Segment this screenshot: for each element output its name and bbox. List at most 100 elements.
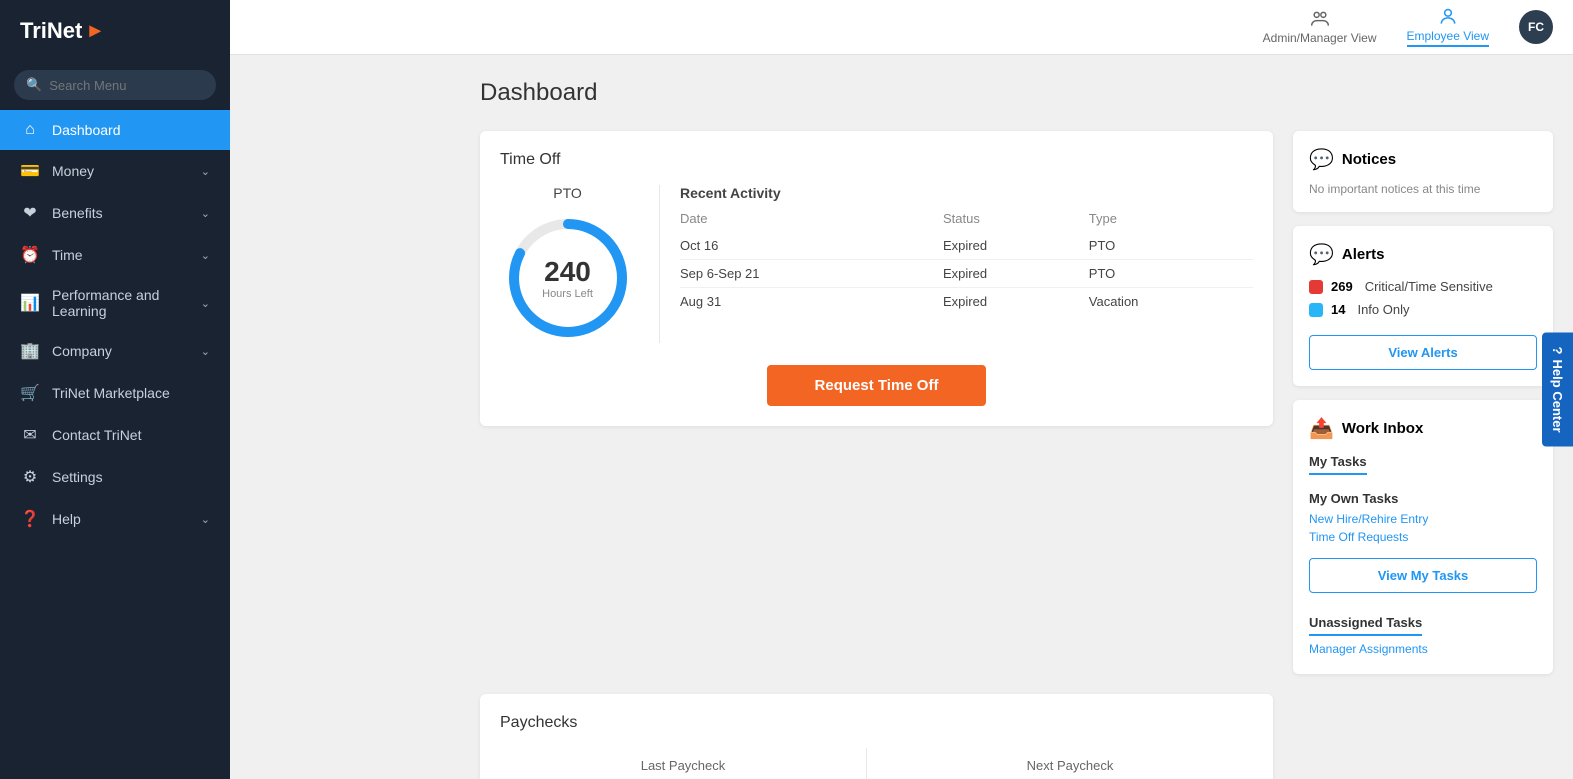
sidebar-item-settings[interactable]: ⚙ Settings [0,456,230,498]
notices-empty-text: No important notices at this time [1309,182,1537,196]
timeoff-inner: PTO 240 Hours Left Recent Activity [500,185,1253,343]
pto-hours: 240 [542,256,593,288]
notices-header: 💬 Notices [1309,147,1537,172]
help-center-tab[interactable]: ? Help Center [1542,332,1573,447]
col-date: Date [680,211,943,232]
sidebar-item-label: Money [52,163,189,179]
sidebar-item-benefits[interactable]: ❤ Benefits ⌄ [0,192,230,234]
logo[interactable]: TriNet ► [0,0,230,62]
sidebar-item-marketplace[interactable]: 🛒 TriNet Marketplace [0,372,230,414]
paychecks-card: Paychecks Last Paycheck JUN 28 Next Payc… [480,694,1273,779]
request-btn-wrap: Request Time Off [500,365,1253,406]
alerts-card: 💬 Alerts 269 Critical/Time Sensitive 14 … [1293,226,1553,386]
new-hire-link[interactable]: New Hire/Rehire Entry [1309,512,1537,526]
sidebar-nav: ⌂ Dashboard 💳 Money ⌄ ❤ Benefits ⌄ ⏰ Tim… [0,110,230,540]
recent-activity: Recent Activity Date Status Type Oct 16E… [680,185,1253,343]
main-row-top: Time Off PTO 240 Hours Left [480,131,1553,674]
sidebar-item-label: Time [52,247,189,263]
view-my-tasks-button[interactable]: View My Tasks [1309,558,1537,593]
col-type: Type [1089,211,1253,232]
pto-sublabel: Hours Left [542,288,593,300]
help-center-label: Help Center [1550,360,1565,433]
last-paycheck-col: Last Paycheck JUN 28 [500,748,867,779]
alerts-icon: 💬 [1309,242,1334,267]
chevron-down-icon: ⌄ [201,345,210,358]
clock-icon: ⏰ [20,245,40,265]
alerts-header: 💬 Alerts [1309,242,1537,267]
performance-icon: 📊 [20,293,40,313]
marketplace-icon: 🛒 [20,383,40,403]
money-icon: 💳 [20,161,40,181]
employee-view-label: Employee View [1407,29,1490,43]
table-row: Sep 6-Sep 21ExpiredPTO [680,260,1253,288]
sidebar-item-label: Dashboard [52,122,210,138]
manager-assignments-link[interactable]: Manager Assignments [1309,642,1428,656]
chevron-down-icon: ⌄ [201,249,210,262]
timeoff-card-title: Time Off [500,151,1253,169]
info-alert-row: 14 Info Only [1309,302,1537,317]
info-count: 14 [1331,302,1345,317]
sidebar-item-label: Settings [52,469,210,485]
critical-dot [1309,280,1323,294]
notices-icon: 💬 [1309,147,1334,172]
sidebar-item-label: Performance and Learning [52,287,189,319]
topbar: Admin/Manager View Employee View FC [230,0,1573,55]
home-icon: ⌂ [20,121,40,139]
employee-view-button[interactable]: Employee View [1407,7,1490,47]
critical-label: Critical/Time Sensitive [1365,279,1493,294]
my-tasks-label: My Tasks [1309,454,1367,475]
sidebar-item-label: Company [52,343,189,359]
sidebar-item-performance-learning[interactable]: 📊 Performance and Learning ⌄ [0,276,230,330]
logo-arrow: ► [85,20,105,43]
paycheck-inner: Last Paycheck JUN 28 Next Paycheck JUN 2… [500,748,1253,779]
table-row: Oct 16ExpiredPTO [680,232,1253,260]
alerts-title: Alerts [1342,246,1385,263]
admin-manager-view-label: Admin/Manager View [1263,31,1377,45]
contact-icon: ✉ [20,425,40,445]
inbox-icon: 📤 [1309,416,1334,441]
sidebar-item-label: Contact TriNet [52,427,210,443]
search-box[interactable]: 🔍 [14,70,216,100]
help-icon: ❓ [20,509,40,529]
next-paycheck-col: Next Paycheck JUN 29 [887,748,1253,779]
search-icon: 🔍 [26,77,42,93]
col-status: Status [943,211,1089,232]
view-alerts-button[interactable]: View Alerts [1309,335,1537,370]
chevron-down-icon: ⌄ [201,165,210,178]
logo-text: TriNet [20,18,82,44]
settings-icon: ⚙ [20,467,40,487]
info-label: Info Only [1357,302,1409,317]
cell-type: Vacation [1089,288,1253,316]
sidebar-item-money[interactable]: 💳 Money ⌄ [0,150,230,192]
sidebar-item-company[interactable]: 🏢 Company ⌄ [0,330,230,372]
last-paycheck-label: Last Paycheck [641,758,726,773]
chevron-down-icon: ⌄ [201,297,210,310]
pto-text: 240 Hours Left [542,256,593,300]
sidebar-item-label: TriNet Marketplace [52,385,210,401]
avatar[interactable]: FC [1519,10,1553,44]
admin-manager-view-button[interactable]: Admin/Manager View [1263,9,1377,45]
sidebar-item-help[interactable]: ❓ Help ⌄ [0,498,230,540]
recent-activity-table: Date Status Type Oct 16ExpiredPTOSep 6-S… [680,211,1253,315]
page-title: Dashboard [480,79,1553,107]
timeoff-card: Time Off PTO 240 Hours Left [480,131,1273,426]
benefits-icon: ❤ [20,203,40,223]
search-input[interactable] [49,78,204,93]
critical-count: 269 [1331,279,1353,294]
sidebar-item-contact[interactable]: ✉ Contact TriNet [0,414,230,456]
time-off-requests-link[interactable]: Time Off Requests [1309,530,1537,544]
notices-card: 💬 Notices No important notices at this t… [1293,131,1553,212]
sidebar-item-dashboard[interactable]: ⌂ Dashboard [0,110,230,150]
main-row-bottom: Paychecks Last Paycheck JUN 28 Next Payc… [480,694,1553,779]
cell-status: Expired [943,288,1089,316]
cell-type: PTO [1089,232,1253,260]
cell-status: Expired [943,232,1089,260]
sidebar-item-label: Help [52,511,189,527]
sidebar-item-label: Benefits [52,205,189,221]
sidebar-item-time[interactable]: ⏰ Time ⌄ [0,234,230,276]
work-inbox-title: Work Inbox [1342,420,1423,437]
cell-date: Oct 16 [680,232,943,260]
sidebar: TriNet ► 🔍 ⌂ Dashboard 💳 Money ⌄ ❤ Benef… [0,0,230,779]
request-time-off-button[interactable]: Request Time Off [767,365,987,406]
work-inbox-card: 📤 Work Inbox My Tasks My Own Tasks New H… [1293,400,1553,674]
